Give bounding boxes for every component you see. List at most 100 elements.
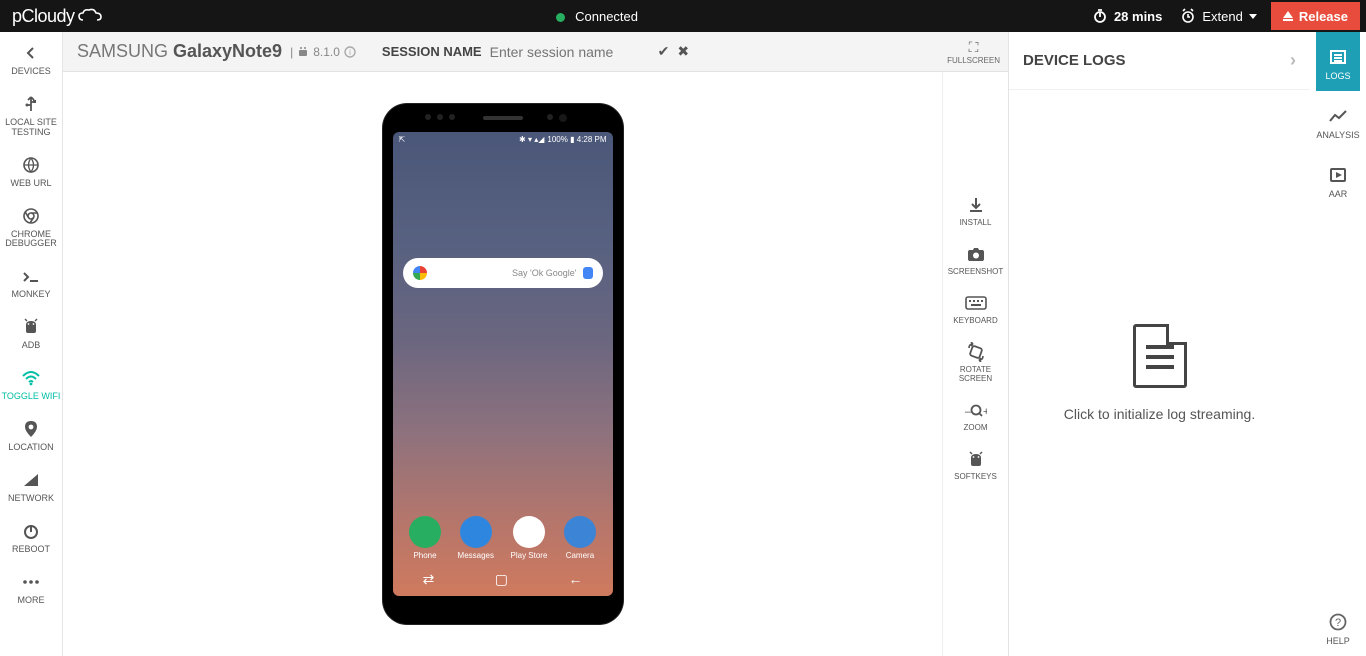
cloud-icon [77,8,103,24]
google-search-bar[interactable]: Say 'Ok Google' [403,258,603,288]
sidebar-item-toggle-wifi[interactable]: TOGGLE WIFI [0,357,62,408]
zoom-icon: –+ [943,399,1008,420]
recent-apps-icon[interactable]: ⇄ [423,571,435,588]
right-panel: DEVICE LOGS › Click to initialize log st… [1008,32,1310,656]
phone-navbar: ⇄ ▢ ← [393,571,613,588]
download-icon [943,194,1008,215]
eject-icon [1283,11,1293,21]
fullscreen-label: FULLSCREEN [947,56,1000,65]
chevron-down-icon [1249,14,1257,19]
confirm-icon[interactable]: ✔ [658,43,670,60]
mic-icon [583,267,593,279]
phone-screen[interactable]: ⇱ ✱ ▾ ▴◢ 100% ▮ 4:28 PM Say 'Ok Google' … [393,132,613,596]
sidebar-item-more[interactable]: MORE [0,561,62,612]
power-icon [0,520,62,541]
dock-app-messages[interactable]: Messages [458,516,494,560]
sidebar-item-web-url[interactable]: WEB URL [0,144,62,195]
device-viewport[interactable]: ⇱ ✱ ▾ ▴◢ 100% ▮ 4:28 PM Say 'Ok Google' … [63,72,942,656]
device-title: SAMSUNG GalaxyNote9 [77,41,282,62]
svg-text:?: ? [1335,617,1341,629]
sidebar-item-reboot[interactable]: REBOOT [0,510,62,561]
chrome-icon [0,205,62,226]
rail-item-analysis[interactable]: ANALYSIS [1316,91,1359,150]
release-label: Release [1299,9,1348,24]
session-name-input[interactable] [490,44,650,60]
sidebar-item-location[interactable]: LOCATION [0,408,62,459]
release-button[interactable]: Release [1271,2,1360,30]
terminal-icon [0,265,62,286]
tool-softkeys[interactable]: SOFTKEYS [943,440,1008,489]
back-icon[interactable]: ← [568,571,582,588]
extend-label: Extend [1202,9,1242,24]
fullscreen-icon: ⛶ [947,39,1000,56]
pin-icon [0,418,62,439]
play-box-icon [1316,164,1359,185]
phone-status-left: ⇱ [399,135,406,144]
globe-icon [0,154,62,175]
dock-app-play-store[interactable]: Play Store [511,516,548,560]
svg-text:i: i [349,48,351,57]
log-init-area[interactable]: Click to initialize log streaming. [1009,90,1310,656]
connection-status: Connected [103,9,1092,24]
google-icon [413,266,427,280]
left-sidebar: DEVICESLOCAL SITE TESTINGWEB URLCHROME D… [0,32,63,656]
android-icon [297,46,309,58]
brand-text: pCloudy [12,6,75,27]
sidebar-item-chrome-debugger[interactable]: CHROME DEBUGGER [0,195,62,256]
svg-text:–: – [965,406,972,418]
tool-zoom[interactable]: –+ZOOM [943,391,1008,440]
brand-logo: pCloudy [12,6,103,27]
search-hint: Say 'Ok Google' [512,268,576,278]
wifi-icon [0,367,62,388]
rail-item-logs[interactable]: LOGS [1316,32,1359,91]
dots-icon [0,571,62,592]
sub-header: SAMSUNG GalaxyNote9 | 8.1.0 i SESSION NA… [63,32,1008,72]
sidebar-item-adb[interactable]: ADB [0,306,62,357]
help-button[interactable]: ? HELP [1310,597,1366,656]
android-icon [0,316,62,337]
phone-status-right: ✱ ▾ ▴◢ 100% ▮ 4:28 PM [519,135,606,144]
log-init-message: Click to initialize log streaming. [1064,406,1255,422]
keyboard-icon [943,292,1008,313]
phone-camera [559,114,567,122]
session-timer: 28 mins [1092,8,1162,24]
tool-screenshot[interactable]: SCREENSHOT [943,235,1008,284]
extend-button[interactable]: Extend [1180,8,1256,24]
help-label: HELP [1326,636,1350,646]
sidebar-item-monkey[interactable]: MONKEY [0,255,62,306]
usb-icon [0,93,62,114]
fullscreen-button[interactable]: ⛶ FULLSCREEN [947,39,1000,65]
dock-app-camera[interactable]: Camera [564,516,596,560]
sidebar-item-local-site-testing[interactable]: LOCAL SITE TESTING [0,83,62,144]
sidebar-item-devices[interactable]: DEVICES [0,32,62,83]
cancel-icon[interactable]: ✖ [677,43,689,60]
timer-text: 28 mins [1114,9,1162,24]
document-icon [1133,324,1187,388]
svg-text:+: + [983,406,987,418]
home-icon[interactable]: ▢ [495,571,508,588]
dock-app-phone[interactable]: Phone [409,516,441,560]
top-bar: pCloudy Connected 28 mins Extend Release [0,0,1366,32]
chevron-right-icon[interactable]: › [1290,50,1296,71]
right-rail: LOGSANALYSISAAR ? HELP [1310,32,1366,656]
phone-dock: Phone Messages Play Store Camera [393,516,613,560]
os-version: 8.1.0 [313,45,340,59]
tool-rotate-screen[interactable]: ROTATE SCREEN [943,333,1008,391]
rail-item-aar[interactable]: AAR [1316,150,1359,209]
session-label: SESSION NAME [382,44,482,59]
list-icon [1316,46,1359,67]
device-model: GalaxyNote9 [173,41,282,61]
info-icon[interactable]: i [344,46,356,58]
phone-speaker [483,116,523,120]
chart-icon [1316,105,1359,126]
android-icon [943,448,1008,469]
device-tools-column: INSTALLSCREENSHOTKEYBOARDROTATE SCREEN–+… [942,72,1008,656]
status-dot-icon [556,13,565,22]
tool-install[interactable]: INSTALL [943,186,1008,235]
sidebar-item-network[interactable]: NETWORK [0,459,62,510]
rotate-icon [943,341,1008,362]
signal-icon [0,469,62,490]
camera-icon [943,243,1008,264]
os-chip: | 8.1.0 i [290,45,356,59]
tool-keyboard[interactable]: KEYBOARD [943,284,1008,333]
